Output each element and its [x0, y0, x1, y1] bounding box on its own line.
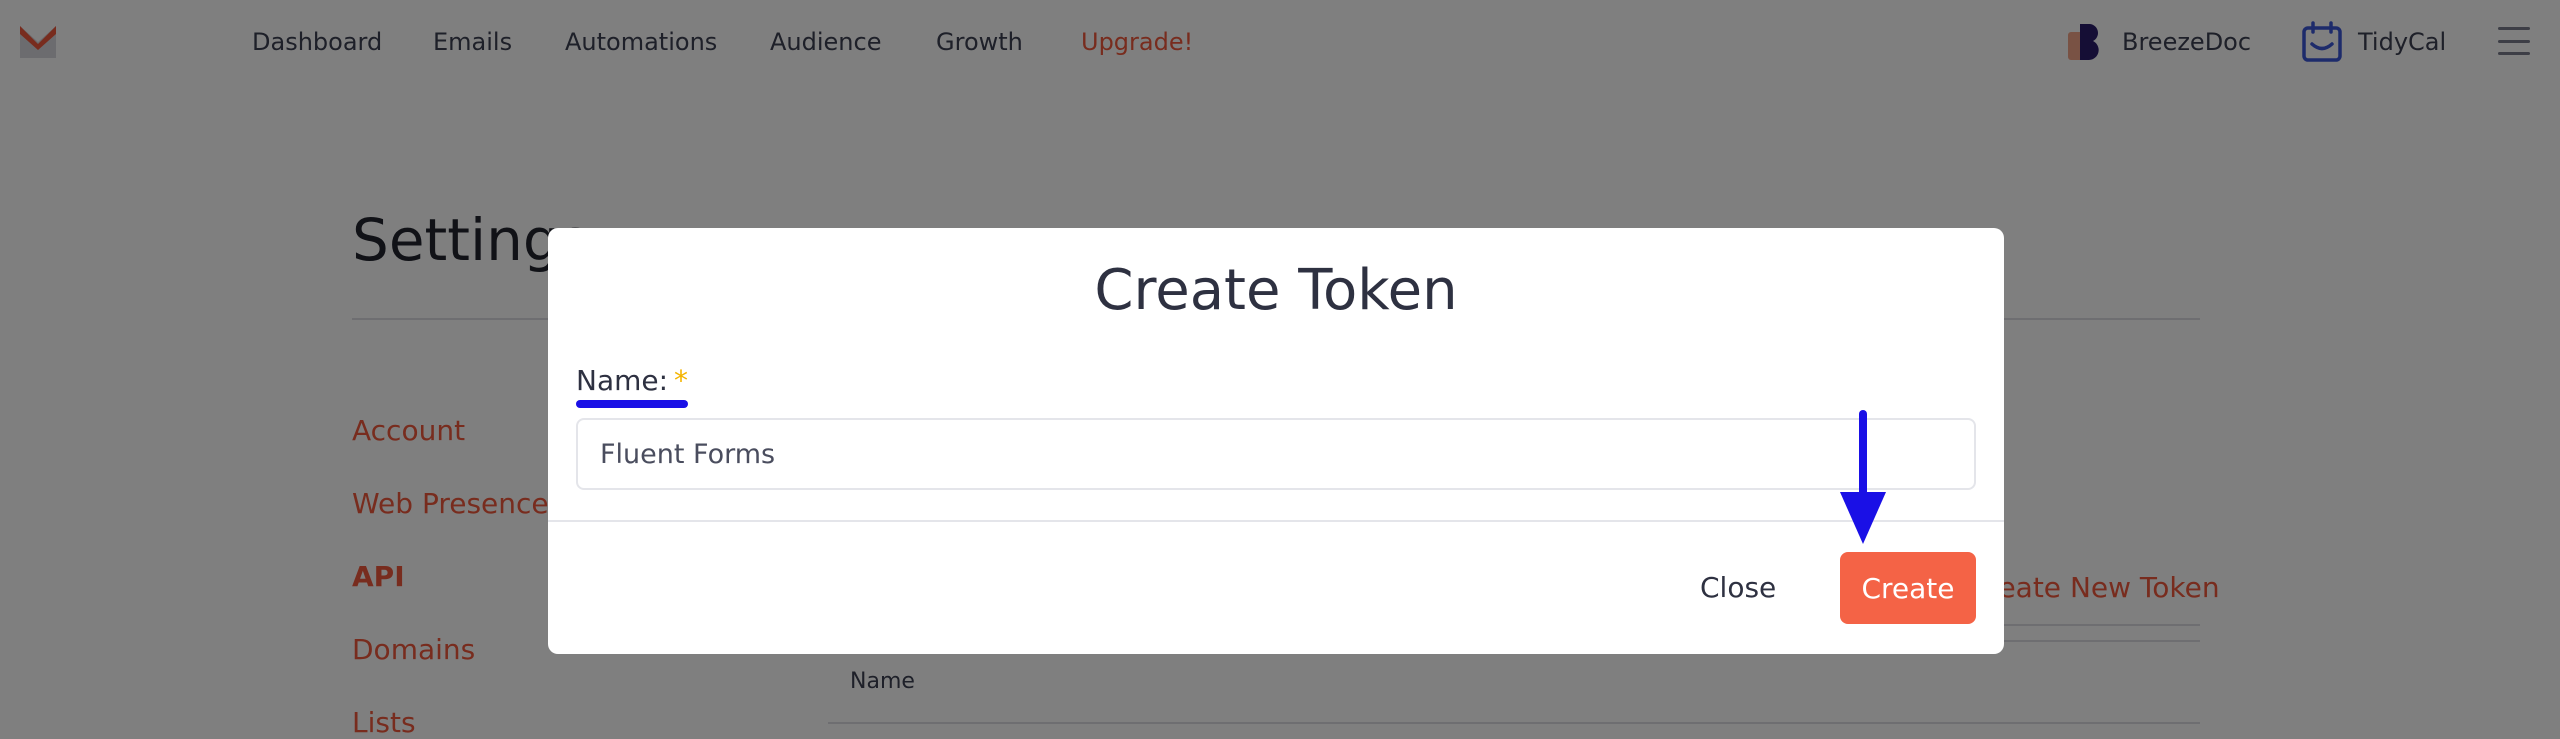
annotation-underline [576, 400, 688, 408]
create-button[interactable]: Create [1840, 552, 1976, 624]
name-label-text: Name: [576, 364, 669, 397]
annotation-arrow-down-icon [1840, 410, 1886, 544]
create-token-modal: Create Token Name:* Close Create [548, 228, 2004, 654]
modal-title: Create Token [1094, 258, 1458, 323]
modal-footer-divider [548, 520, 2004, 522]
close-button[interactable]: Close [1700, 552, 1776, 624]
name-field-label: Name: * [576, 364, 688, 398]
required-indicator: * [674, 364, 689, 397]
token-name-input[interactable] [576, 418, 1976, 490]
